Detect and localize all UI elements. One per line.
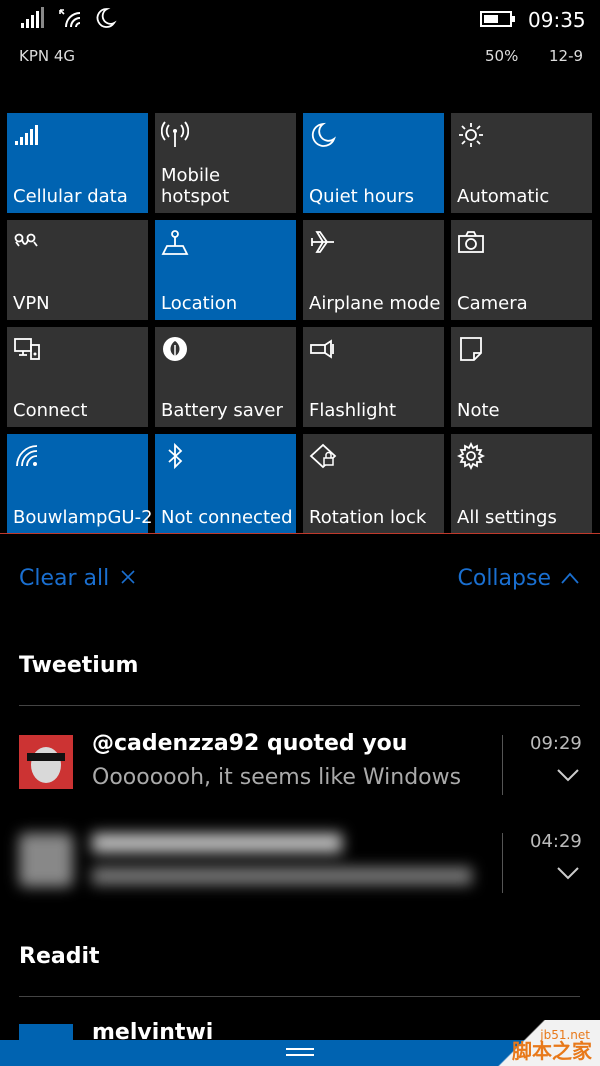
clear-all-button[interactable]: Clear all (19, 566, 136, 591)
tile-battery-saver[interactable]: Battery saver (155, 327, 296, 427)
tile-flashlight[interactable]: Flashlight (303, 327, 444, 427)
vpn-icon (14, 233, 38, 247)
quiet-hours-icon (96, 8, 117, 28)
tile-label: Not connected (161, 507, 293, 528)
tile-label: Mobile hotspot (161, 165, 230, 207)
wifi-icon (59, 9, 81, 28)
battery-icon (480, 11, 515, 27)
cellular-signal-icon (15, 125, 38, 145)
date-label: 12-9 (549, 47, 584, 65)
tile-note[interactable]: Note (451, 327, 592, 427)
watermark-logo-text: 脚本之家 (512, 1039, 592, 1063)
tile-label: Quiet hours (309, 186, 415, 207)
flashlight-icon (310, 339, 334, 359)
tile-camera[interactable]: Camera (451, 220, 592, 320)
tile-bouwlampgu-2[interactable]: BouwlampGU-2 (7, 434, 153, 534)
tile-mobile-hotspot[interactable]: Mobile hotspot (155, 113, 296, 213)
battery-saver-icon (163, 337, 187, 361)
chevron-down-icon[interactable] (556, 865, 580, 881)
location-icon (161, 230, 189, 255)
moon-icon (311, 122, 336, 147)
tile-rotation-lock[interactable]: Rotation lock (303, 434, 444, 534)
tile-label: Location (161, 293, 238, 314)
close-icon (121, 570, 135, 584)
app-group-header[interactable]: Readit (19, 944, 100, 969)
connect-icon (14, 338, 40, 360)
quick-actions-grid: Cellular data Mobile hotspot Quiet hours Au… (7, 113, 593, 534)
collapse-label: Collapse (457, 566, 552, 591)
tile-label: All settings (457, 507, 557, 528)
tile-vpn[interactable]: VPN (7, 220, 148, 320)
tile-connect[interactable]: Connect (7, 327, 148, 427)
signal-strength-icon (21, 7, 44, 28)
wifi-icon (16, 445, 38, 467)
hotspot-icon (161, 121, 189, 147)
bluetooth-icon (168, 442, 183, 470)
chevron-down-icon[interactable] (556, 767, 580, 783)
tile-label: Note (457, 400, 500, 421)
tile-not-connected[interactable]: Not connected (155, 434, 296, 534)
rotation-lock-icon (309, 443, 337, 469)
status-bar: KPN 4G 09:35 50% 12-9 (0, 0, 600, 100)
airplane-icon (311, 231, 334, 253)
tile-all-settings[interactable]: All settings (451, 434, 592, 534)
notification-time: 04:29 (530, 831, 582, 852)
brightness-icon (459, 123, 483, 147)
group-divider (19, 996, 580, 997)
separator (502, 833, 503, 893)
separator (502, 735, 503, 795)
chevron-up-icon (561, 572, 579, 584)
notification-title: @cadenzza92 quoted you (92, 731, 408, 756)
tile-location[interactable]: Location (155, 220, 296, 320)
clock: 09:35 (528, 8, 586, 32)
battery-percent: 50% (485, 47, 519, 65)
tile-automatic[interactable]: Automatic (451, 113, 592, 213)
group-divider (19, 705, 580, 706)
tile-label: Cellular data (13, 186, 128, 207)
tile-quiet-hours[interactable]: Quiet hours (303, 113, 444, 213)
tile-label: BouwlampGU-2 (13, 507, 153, 528)
tile-label: Connect (13, 400, 88, 421)
tile-label: Automatic (457, 186, 550, 207)
tile-airplane-mode[interactable]: Airplane mode (303, 220, 444, 320)
carrier-label: KPN 4G (19, 47, 76, 65)
avatar (19, 735, 73, 789)
tile-label: Airplane mode (309, 293, 441, 314)
gear-icon (457, 442, 485, 470)
tile-cellular-data[interactable]: Cellular data (7, 113, 148, 213)
tile-label: Camera (457, 293, 528, 314)
divider-line (0, 533, 600, 534)
notification-time: 09:29 (530, 733, 582, 754)
note-icon (460, 337, 482, 361)
clear-all-label: Clear all (19, 566, 110, 591)
drag-handle-icon (286, 1048, 314, 1050)
camera-icon (458, 231, 484, 253)
tile-label: Flashlight (309, 400, 397, 421)
tile-label: Rotation lock (309, 507, 427, 528)
tile-label: Battery saver (161, 400, 283, 421)
app-group-header[interactable]: Tweetium (19, 653, 138, 678)
collapse-button[interactable]: Collapse (458, 566, 581, 591)
notification-body: Oooooooh, it seems like Windows (92, 765, 462, 790)
tile-label: VPN (13, 293, 50, 314)
